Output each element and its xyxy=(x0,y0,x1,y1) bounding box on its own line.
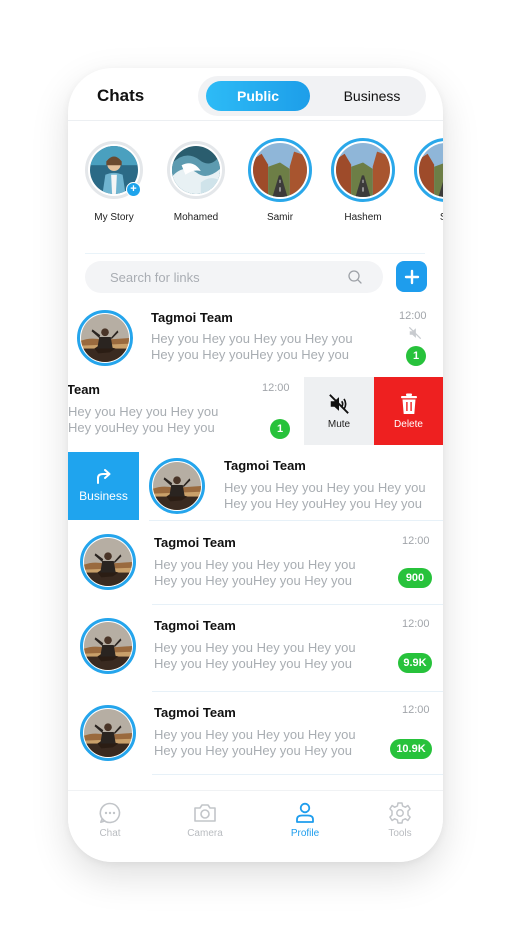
mute-label: Mute xyxy=(327,418,351,430)
chat-time: 12:00 xyxy=(402,618,430,630)
story-avatar xyxy=(414,138,443,202)
chat-name: Tagmoi Team xyxy=(154,705,236,720)
story-avatar xyxy=(248,138,312,202)
chat-name: Tagmoi Team xyxy=(154,618,236,633)
segment-control: Public Business xyxy=(198,76,426,116)
unread-badge: 1 xyxy=(406,346,426,366)
story-samir[interactable]: Samir xyxy=(240,138,320,223)
avatar xyxy=(149,458,205,514)
story-name: Hashem xyxy=(344,212,382,223)
story-name: Mohamed xyxy=(173,212,219,223)
chat-preview: Hey you Hey you Hey you xyxy=(68,404,219,419)
gear-icon xyxy=(389,802,411,824)
tab-chat[interactable]: Chat xyxy=(75,801,145,839)
chat-row[interactable]: Tagmoi Team Hey you Hey you Hey you Hey … xyxy=(68,299,443,377)
story-name: Sa xyxy=(406,212,443,223)
avatar xyxy=(77,310,133,366)
tab-public[interactable]: Public xyxy=(206,81,310,111)
story-my-story[interactable]: + My Story xyxy=(74,141,154,223)
tab-label: Chat xyxy=(99,828,121,839)
stories-row: + My Story Mohamed Samir Hashem xyxy=(68,138,443,241)
tab-camera[interactable]: Camera xyxy=(170,801,240,839)
unread-badge: 10.9K xyxy=(390,739,432,759)
chat-name: Tagmoi Team xyxy=(154,535,236,550)
header-divider xyxy=(68,120,443,121)
chat-preview: Hey you Hey youHey you Hey you xyxy=(154,656,352,671)
business-button[interactable]: Business xyxy=(68,452,139,520)
plus-icon xyxy=(404,269,419,284)
chat-time: 12:00 xyxy=(262,382,290,394)
tab-profile[interactable]: Profile xyxy=(270,801,340,839)
forward-icon xyxy=(96,469,110,484)
muted-icon xyxy=(408,326,422,340)
delete-label: Delete xyxy=(394,418,423,430)
story-sa[interactable]: Sa xyxy=(406,138,443,223)
chat-preview: Hey you Hey you Hey you Hey you xyxy=(154,640,356,655)
chat-preview: Hey you Hey youHey you Hey you xyxy=(154,743,352,758)
page-title: Chats xyxy=(97,86,145,105)
chat-preview: Hey you Hey you Hey you Hey you xyxy=(151,331,353,346)
search-icon[interactable] xyxy=(347,269,363,285)
divider xyxy=(152,774,443,775)
add-button[interactable] xyxy=(396,261,427,292)
chat-name: Tagmoi Team xyxy=(151,310,233,325)
tab-label: Camera xyxy=(187,828,223,839)
story-name: Samir xyxy=(266,212,294,223)
divider xyxy=(152,691,443,692)
chat-preview: Hey you Hey you Hey you Hey you xyxy=(224,480,426,495)
story-mohamed[interactable]: Mohamed xyxy=(156,141,236,223)
unread-badge: 1 xyxy=(270,419,290,439)
story-avatar xyxy=(331,138,395,202)
chat-time: 12:00 xyxy=(402,704,430,716)
chat-row[interactable]: Tagmoi Team Hey you Hey you Hey you Hey … xyxy=(68,696,443,776)
chat-bubble-icon xyxy=(99,802,121,824)
chat-row[interactable]: Tagmoi Team Hey you Hey you Hey you Hey … xyxy=(68,526,443,604)
chat-time: 12:00 xyxy=(399,310,427,322)
avatar xyxy=(80,534,136,590)
trash-icon xyxy=(400,393,417,414)
chat-row-swiped-right[interactable]: Tagmoi Team Hey you Hey you Hey you Hey … xyxy=(139,452,443,520)
chat-preview: Hey you Hey youHey you Hey you xyxy=(151,347,349,362)
story-avatar xyxy=(167,141,225,199)
tab-tools[interactable]: Tools xyxy=(365,801,435,839)
search-placeholder: Search for links xyxy=(110,270,200,285)
chat-preview: Hey you Hey youHey you Hey you xyxy=(154,573,352,588)
chat-preview: Hey you Hey you Hey you Hey you xyxy=(154,557,356,572)
story-hashem[interactable]: Hashem xyxy=(323,138,403,223)
avatar xyxy=(80,618,136,674)
chat-name: Tagmoi Team xyxy=(224,458,306,473)
tab-label: Profile xyxy=(290,828,320,839)
tab-business[interactable]: Business xyxy=(324,81,420,111)
chat-name: Team xyxy=(68,382,100,397)
search-input[interactable]: Search for links xyxy=(85,261,383,293)
story-avatar: + xyxy=(85,141,143,199)
story-name: My Story xyxy=(94,212,134,223)
divider xyxy=(152,604,443,605)
delete-button[interactable]: Delete xyxy=(374,377,443,445)
phone-screen: Chats Public Business + My Story Mohamed… xyxy=(68,68,443,862)
chat-preview: Hey youHey you Hey you xyxy=(68,420,215,435)
unread-badge: 900 xyxy=(398,568,432,588)
profile-icon xyxy=(296,802,314,823)
divider xyxy=(149,520,443,521)
header: Chats Public Business xyxy=(68,68,443,120)
chat-preview: Hey you Hey youHey you Hey you xyxy=(224,496,422,511)
avatar xyxy=(80,705,136,761)
mute-icon xyxy=(329,393,349,414)
business-label: Business xyxy=(79,489,128,503)
add-story-icon[interactable]: + xyxy=(126,182,141,197)
chat-preview: Hey you Hey you Hey you Hey you xyxy=(154,727,356,742)
camera-icon xyxy=(194,804,216,822)
chat-time: 12:00 xyxy=(402,535,430,547)
chat-row[interactable]: Tagmoi Team Hey you Hey you Hey you Hey … xyxy=(68,609,443,691)
unread-badge: 9.9K xyxy=(398,653,432,673)
mute-button[interactable]: Mute xyxy=(304,377,374,445)
divider xyxy=(85,253,425,254)
tab-label: Tools xyxy=(388,828,412,839)
tab-bar: Chat Camera Profile Tools xyxy=(68,790,443,862)
